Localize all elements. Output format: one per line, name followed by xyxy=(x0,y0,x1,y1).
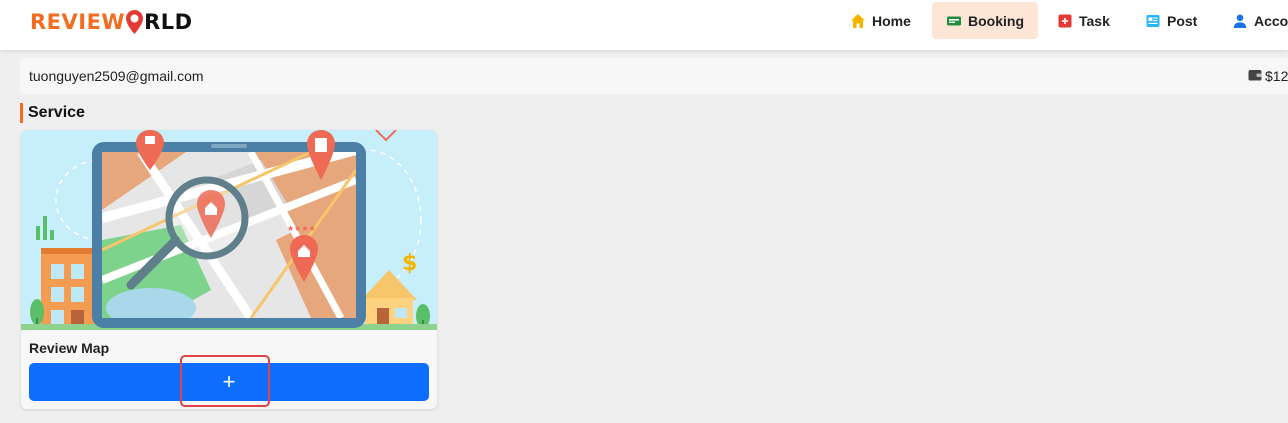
wallet-balance-value: $12 xyxy=(1265,68,1288,84)
nav-booking[interactable]: Booking xyxy=(932,2,1038,39)
wallet-balance[interactable]: $12 xyxy=(1248,68,1288,84)
plus-icon: + xyxy=(222,369,236,394)
nav-home[interactable]: Home xyxy=(836,2,925,39)
location-pin-icon xyxy=(126,10,144,34)
logo[interactable]: REVIEW RLD xyxy=(30,8,193,36)
add-service-button[interactable]: + xyxy=(29,363,429,401)
nav-task-label: Task xyxy=(1079,12,1110,29)
newspaper-icon xyxy=(1145,13,1161,29)
nav-post[interactable]: Post xyxy=(1131,2,1211,39)
ticket-icon xyxy=(946,13,962,29)
service-card-title: Review Map xyxy=(29,340,110,356)
top-header: REVIEW RLD Home Booking Task Post Acco xyxy=(0,0,1288,50)
wallet-icon xyxy=(1248,68,1262,84)
user-info-bar: tuonguyen2509@gmail.com $12 xyxy=(20,58,1288,94)
map-review-illustration: $ ★★★★ xyxy=(21,130,437,330)
user-icon xyxy=(1232,13,1248,29)
svg-text:$: $ xyxy=(402,251,417,276)
section-title: Service xyxy=(20,103,85,123)
task-icon xyxy=(1057,13,1073,29)
home-icon xyxy=(850,13,866,29)
nav-home-label: Home xyxy=(872,12,911,29)
svg-text:★★★★: ★★★★ xyxy=(287,224,316,233)
logo-text-prefix: REVIEW xyxy=(30,10,126,34)
nav-account-label: Accou xyxy=(1254,12,1288,29)
nav-post-label: Post xyxy=(1167,12,1198,29)
logo-text-suffix: RLD xyxy=(144,10,193,34)
nav-task[interactable]: Task xyxy=(1043,2,1124,39)
nav-account[interactable]: Accou xyxy=(1218,2,1288,39)
user-email: tuonguyen2509@gmail.com xyxy=(29,68,204,84)
nav-booking-label: Booking xyxy=(968,12,1024,29)
service-card: $ ★★★★ Review Map + xyxy=(21,130,437,409)
